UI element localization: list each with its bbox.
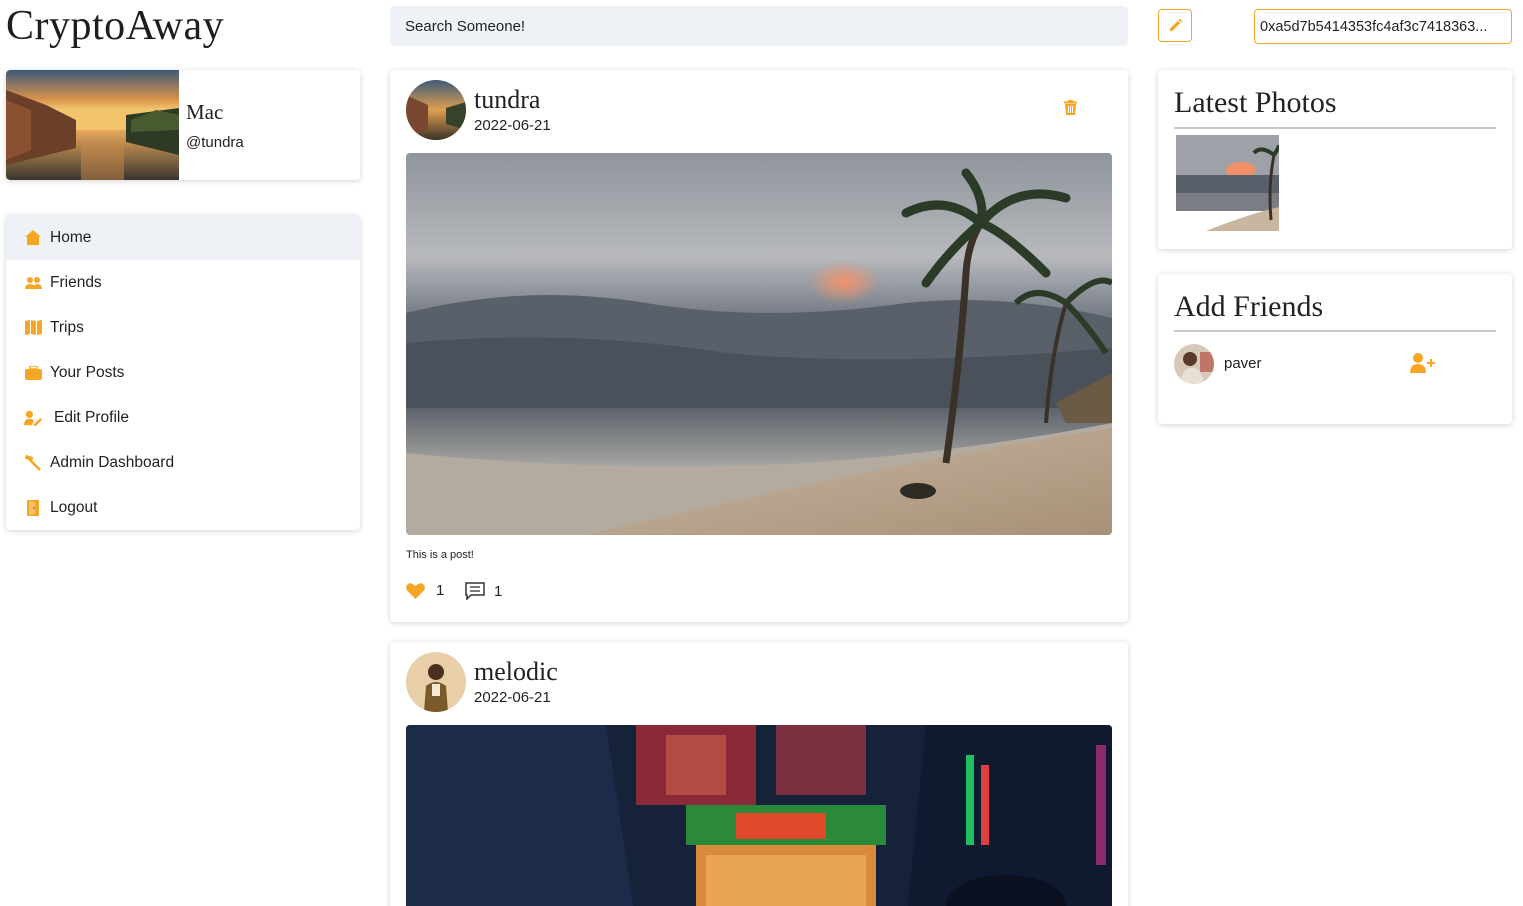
post-text: This is a post! (406, 549, 474, 561)
briefcase-icon (24, 364, 42, 382)
sidebar-item-label: Admin Dashboard (50, 453, 175, 471)
post-image[interactable] (406, 725, 1112, 906)
friend-suggestion-name[interactable]: paver (1224, 355, 1262, 372)
avatar[interactable] (406, 652, 466, 712)
latest-photos-card: Latest Photos (1158, 70, 1512, 249)
sidebar-item-label: Logout (50, 498, 98, 516)
door-icon (24, 499, 42, 517)
sidebar-item-home[interactable]: Home (6, 215, 360, 260)
post-username[interactable]: melodic (474, 657, 558, 687)
wallet-address-button[interactable]: 0xa5d7b5414353fc4af3c7418363... (1254, 9, 1512, 44)
map-icon (24, 319, 42, 337)
sidebar-item-edit-profile[interactable]: Edit Profile (6, 395, 360, 440)
profile-cover-image (6, 70, 179, 180)
add-friends-card: Add Friends paver (1158, 274, 1512, 424)
sidebar-item-label: Edit Profile (54, 408, 129, 426)
add-friend-button[interactable] (1410, 353, 1436, 378)
pencil-icon (1169, 18, 1182, 32)
post-username[interactable]: tundra (474, 85, 540, 115)
app-logo[interactable]: CryptoAway (6, 2, 224, 50)
sidebar-item-your-posts[interactable]: Your Posts (6, 350, 360, 395)
comment-icon (465, 582, 485, 600)
like-count: 1 (436, 582, 445, 599)
divider (1174, 330, 1496, 332)
sidebar-item-logout[interactable]: Logout (6, 485, 360, 530)
post-date: 2022-06-21 (474, 689, 551, 706)
trash-icon (1064, 100, 1077, 115)
hammer-icon (24, 454, 42, 472)
sidebar-item-label: Trips (50, 318, 84, 336)
sidebar-item-trips[interactable]: Trips (6, 305, 360, 350)
avatar[interactable] (406, 80, 466, 140)
post-image[interactable] (406, 153, 1112, 535)
profile-card[interactable]: Mac @tundra (6, 70, 360, 180)
post-date: 2022-06-21 (474, 117, 551, 134)
sidebar-item-friends[interactable]: Friends (6, 260, 360, 305)
heart-icon (406, 583, 425, 599)
sidebar-item-label: Friends (50, 273, 102, 291)
sidebar-item-label: Home (50, 228, 92, 246)
photo-thumbnail[interactable] (1176, 135, 1279, 231)
sidebar-item-admin-dashboard[interactable]: Admin Dashboard (6, 440, 360, 485)
sidebar-item-label: Your Posts (50, 363, 125, 381)
home-icon (24, 229, 42, 247)
delete-post-button[interactable] (1064, 100, 1077, 120)
profile-handle: @tundra (186, 134, 244, 151)
post-card: tundra 2022-06-21 This is a post! 1 1 (390, 70, 1128, 622)
comment-count: 1 (494, 582, 503, 600)
users-icon (24, 274, 42, 292)
divider (1174, 127, 1496, 129)
latest-photos-title: Latest Photos (1174, 86, 1337, 119)
create-post-button[interactable] (1158, 9, 1192, 42)
user-plus-icon (1410, 353, 1435, 373)
sidebar-nav: Home Friends Trips Your Posts Edit Profi… (6, 215, 360, 530)
user-edit-icon (24, 409, 42, 427)
comment-button[interactable]: 1 (465, 582, 502, 600)
post-card: melodic 2022-06-21 (390, 642, 1128, 906)
search-input[interactable] (390, 6, 1128, 46)
like-button[interactable]: 1 (406, 582, 444, 599)
avatar[interactable] (1174, 344, 1214, 384)
add-friends-title: Add Friends (1174, 290, 1324, 323)
profile-name: Mac (186, 100, 224, 124)
